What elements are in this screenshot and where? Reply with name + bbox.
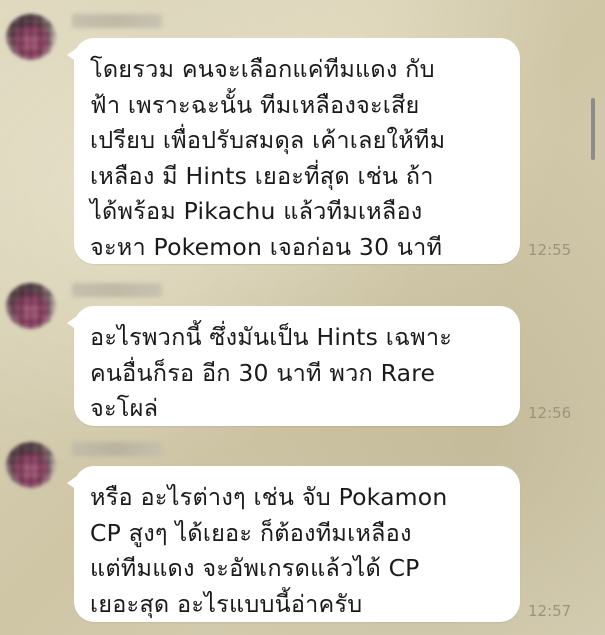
message-timestamp: 12:56 — [528, 404, 572, 422]
sender-name-blurred — [72, 283, 162, 297]
message-text: อะไรพวกนี้ ซึ่งมันเป็น Hints เฉพาะ คนอื่… — [90, 323, 453, 422]
message-timestamp: 12:57 — [528, 602, 572, 620]
message-text: โดยรวม คนจะเลือกแค่ทีมแดง กับ ฟ้า เพราะฉ… — [90, 55, 446, 261]
scrollbar[interactable] — [591, 98, 595, 160]
message-text: หรือ อะไรต่างๆ เช่น จับ Pokamon CP สูงๆ … — [90, 483, 448, 618]
sender-name-blurred — [72, 14, 162, 28]
message-bubble[interactable]: หรือ อะไรต่างๆ เช่น จับ Pokamon CP สูงๆ … — [67, 466, 520, 622]
sender-name-blurred — [72, 442, 162, 456]
avatar[interactable] — [6, 283, 56, 329]
message-bubble[interactable]: อะไรพวกนี้ ซึ่งมันเป็น Hints เฉพาะ คนอื่… — [67, 306, 520, 426]
message-timestamp: 12:55 — [528, 241, 572, 259]
message-bubble[interactable]: โดยรวม คนจะเลือกแค่ทีมแดง กับ ฟ้า เพราะฉ… — [67, 38, 520, 264]
avatar[interactable] — [6, 442, 56, 488]
avatar[interactable] — [6, 14, 56, 60]
